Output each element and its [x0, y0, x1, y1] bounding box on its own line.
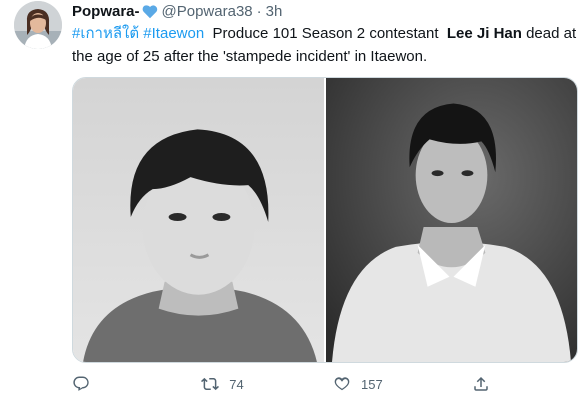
- display-name[interactable]: Popwara-: [72, 3, 140, 20]
- tweet-text-part1: Produce 101 Season 2 contestant: [212, 25, 439, 42]
- handle[interactable]: @Popwara38: [162, 3, 253, 20]
- tweet-text-name: Lee Ji Han: [446, 25, 522, 42]
- share-icon: [474, 376, 488, 391]
- avatar-image: [14, 1, 62, 49]
- blue-heart-icon: [142, 4, 158, 19]
- tweet-body: Popwara- @Popwara38 · 3h #เกาหลีใต้ #Ita…: [72, 0, 577, 68]
- like-count: 157: [361, 376, 383, 392]
- separator-dot: ·: [256, 2, 262, 20]
- timestamp[interactable]: 3h: [266, 3, 283, 20]
- hashtag-korea[interactable]: #เกาหลีใต้: [72, 25, 139, 42]
- avatar[interactable]: [14, 1, 62, 49]
- photo-right[interactable]: [326, 78, 577, 362]
- portrait-right-image: [326, 78, 577, 362]
- reply-button[interactable]: [72, 375, 112, 393]
- hashtag-itaewon[interactable]: #Itaewon: [143, 25, 204, 42]
- like-button[interactable]: 157: [333, 375, 383, 393]
- tweet-media: [72, 77, 578, 363]
- reply-icon: [73, 376, 89, 391]
- tweet-header: Popwara- @Popwara38 · 3h: [72, 0, 577, 22]
- photo-left[interactable]: [73, 78, 324, 362]
- like-icon: [334, 377, 350, 391]
- share-button[interactable]: [472, 375, 512, 393]
- tweet-actions: 74 157: [72, 372, 512, 396]
- retweet-count: 74: [229, 376, 244, 392]
- retweet-icon: [201, 377, 220, 391]
- tweet: Popwara- @Popwara38 · 3h #เกาหลีใต้ #Ita…: [0, 0, 584, 396]
- tweet-text: #เกาหลีใต้ #Itaewon Produce 101 Season 2…: [72, 22, 577, 68]
- portrait-left-image: [73, 78, 324, 362]
- retweet-button[interactable]: 74: [201, 375, 244, 393]
